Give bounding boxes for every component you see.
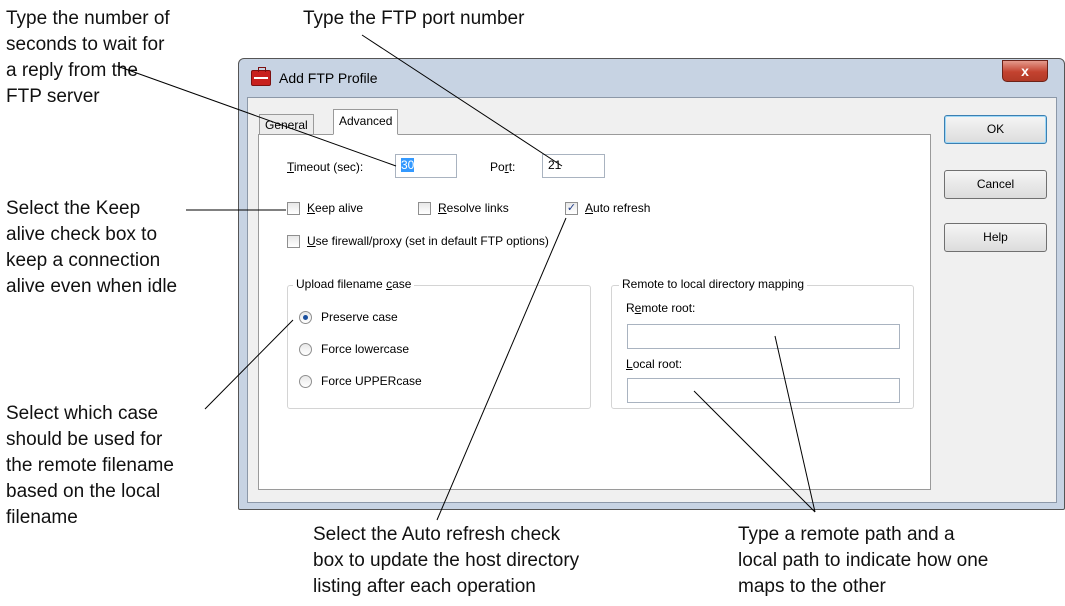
force-uppercase-label[interactable]: Force UPPERcase — [321, 374, 422, 388]
group-legend: Remote to local directory mapping — [619, 277, 808, 291]
dialog-title: Add FTP Profile — [279, 70, 378, 86]
callout-line: Type the FTP port number — [303, 8, 525, 29]
callout-mapping: Type a remote path and a local path to i… — [738, 522, 988, 600]
upload-filename-case-group: Upload filename case Preserve case Force… — [287, 277, 591, 409]
callout-line: should be used for — [6, 429, 163, 450]
callout-line: maps to the other — [738, 576, 886, 597]
callout-case: Select which case should be used for the… — [6, 401, 174, 531]
auto-refresh-label[interactable]: Auto refresh — [585, 201, 650, 215]
label-text: se firewall/proxy (set in default FTP op… — [315, 234, 549, 248]
keep-alive-checkbox[interactable] — [287, 202, 300, 215]
callout-line: listing after each operation — [313, 576, 536, 597]
callout-line: Select the Keep — [6, 198, 141, 219]
add-ftp-profile-dialog: Add FTP Profile x General Advanced Timeo… — [238, 58, 1065, 510]
callout-line: local path to indicate how one — [738, 550, 989, 571]
label-text: ocal root: — [632, 357, 683, 371]
close-button[interactable]: x — [1002, 60, 1048, 82]
label-text: Po — [490, 160, 505, 174]
label-mnemonic: L — [626, 357, 633, 371]
label-text: t: — [508, 160, 516, 174]
use-firewall-checkbox[interactable] — [287, 235, 300, 248]
advanced-tab-panel: Timeout (sec): 30 Port: 21 Keep alive Re… — [258, 134, 931, 490]
group-legend: Upload filename case — [293, 277, 415, 291]
callout-line: Select the Auto refresh check — [313, 524, 561, 545]
label-mnemonic: U — [307, 234, 316, 248]
legend-text: Upload filename — [296, 277, 387, 291]
label-text: eep alive — [315, 201, 364, 215]
callout-line: alive even when idle — [6, 276, 178, 297]
callout-line: box to update the host directory — [313, 550, 580, 571]
label-mnemonic: K — [307, 201, 316, 215]
tab-general[interactable]: General — [259, 114, 314, 134]
callout-line: filename — [6, 507, 78, 528]
timeout-value: 30 — [401, 158, 415, 172]
callout-line: FTP server — [6, 86, 100, 107]
use-firewall-label[interactable]: Use firewall/proxy (set in default FTP o… — [307, 234, 549, 248]
auto-refresh-checkbox[interactable]: ✓ — [565, 202, 578, 215]
callout-line: based on the local — [6, 481, 161, 502]
force-lowercase-radio[interactable] — [299, 343, 312, 356]
timeout-label: Timeout (sec): — [287, 160, 363, 174]
callout-line: Type a remote path and a — [738, 524, 955, 545]
callout-auto-refresh: Select the Auto refresh check box to upd… — [313, 522, 579, 600]
label-text: esolve links — [446, 201, 509, 215]
callout-line: Type the number of — [6, 8, 170, 29]
label-text: imeout (sec): — [293, 160, 364, 174]
callout-line: alive check box to — [6, 224, 158, 245]
tab-advanced[interactable]: Advanced — [333, 109, 399, 135]
resolve-links-label[interactable]: Resolve links — [438, 201, 509, 215]
callout-line: Select which case — [6, 403, 159, 424]
port-label: Port: — [490, 160, 515, 174]
resolve-links-checkbox[interactable] — [418, 202, 431, 215]
local-root-label: Local root: — [626, 357, 682, 371]
title-bar[interactable]: Add FTP Profile x — [239, 59, 1064, 97]
remote-root-input[interactable] — [627, 324, 900, 349]
preserve-case-radio[interactable] — [299, 311, 312, 324]
force-lowercase-label[interactable]: Force lowercase — [321, 342, 409, 356]
checkmark-icon: ✓ — [566, 202, 577, 214]
ok-button[interactable]: OK — [944, 115, 1047, 144]
local-root-input[interactable] — [627, 378, 900, 403]
port-input[interactable]: 21 — [542, 154, 605, 178]
cancel-button[interactable]: Cancel — [944, 170, 1047, 199]
help-button[interactable]: Help — [944, 223, 1047, 252]
label-text: uto refresh — [593, 201, 651, 215]
callout-line: keep a connection — [6, 250, 161, 271]
dialog-client-area: General Advanced Timeout (sec): 30 Port:… — [247, 97, 1057, 503]
callout-port: Type the FTP port number — [303, 6, 524, 32]
legend-text: ase — [392, 277, 412, 291]
remote-root-label: Remote root: — [626, 301, 695, 315]
label-mnemonic: T — [287, 160, 294, 174]
callout-line: seconds to wait for — [6, 34, 165, 55]
callout-line: the remote filename — [6, 455, 174, 476]
callout-keep-alive: Select the Keep alive check box to keep … — [6, 196, 177, 300]
timeout-input[interactable]: 30 — [395, 154, 457, 178]
force-uppercase-radio[interactable] — [299, 375, 312, 388]
keep-alive-label[interactable]: Keep alive — [307, 201, 363, 215]
callout-timeout: Type the number of seconds to wait for a… — [6, 6, 170, 110]
directory-mapping-group: Remote to local directory mapping Remote… — [611, 277, 914, 409]
label-mnemonic: A — [585, 201, 594, 215]
preserve-case-label[interactable]: Preserve case — [321, 310, 398, 324]
label-text: R — [626, 301, 635, 315]
label-mnemonic: R — [438, 201, 447, 215]
port-value: 21 — [548, 158, 562, 172]
briefcase-icon — [251, 67, 271, 86]
callout-line: a reply from the — [6, 60, 138, 81]
label-text: mote root: — [641, 301, 696, 315]
